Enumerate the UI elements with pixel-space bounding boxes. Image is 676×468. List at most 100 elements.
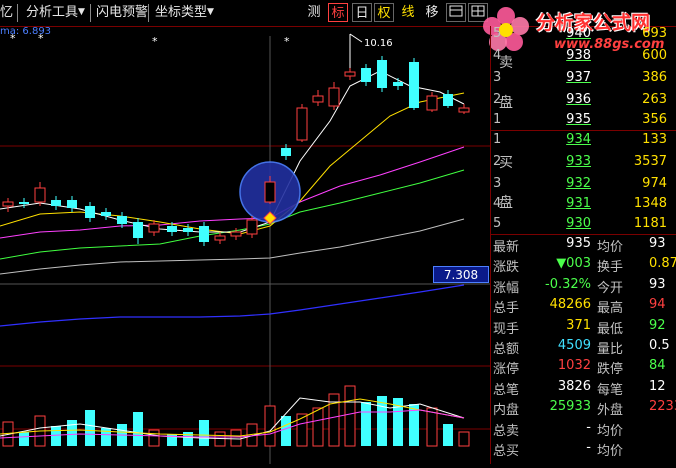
menu-item-coordinate-type[interactable]: 坐标类型 [155, 3, 207, 22]
sell-row-index: 5 [493, 26, 502, 41]
candle-body [393, 82, 403, 86]
candle-body [85, 206, 95, 218]
buy-row[interactable]: 4 931 1348 [491, 196, 676, 216]
stat-value: - [586, 419, 591, 435]
candle-body [264, 181, 276, 203]
stat-value: 371 [566, 317, 591, 333]
candle-body [101, 212, 111, 216]
candle-body [328, 87, 340, 107]
candle-body [183, 228, 193, 232]
volume-bar [344, 385, 356, 447]
buy-row-index: 3 [493, 176, 502, 191]
stat-label: 外盘 [597, 403, 624, 419]
stat-label: 今开 [597, 280, 624, 296]
stat-label: 总买 [493, 444, 520, 459]
sell-row-price: 936 [566, 92, 591, 107]
candle-body [426, 95, 438, 111]
sell-row-price: 937 [566, 70, 591, 85]
stat-row: 涨幅 -0.32% 今开 93 [491, 277, 676, 297]
sell-row[interactable]: 3 937 386 [491, 70, 676, 90]
buy-row[interactable]: 5 930 1181 [491, 216, 676, 236]
stat-value: 93 [649, 236, 666, 251]
stat-value: 94 [649, 297, 666, 313]
stat-row: 现手 371 最低 92 [491, 318, 676, 338]
sell-row-volume: 356 [642, 112, 667, 127]
stat-label: 涨幅 [493, 280, 520, 296]
chevron-down-icon[interactable]: ▼ [207, 3, 214, 22]
volume-bar [443, 424, 453, 446]
kline-chart[interactable]: * * * * 10.16 ma: 6.893 [0, 26, 490, 464]
volume-bar [458, 431, 470, 447]
volume-bar [51, 426, 61, 446]
stat-value: 92 [649, 317, 666, 333]
buy-row-index: 4 [493, 196, 502, 211]
toolbar-divider [17, 4, 18, 22]
buy-row[interactable]: 3 932 974 [491, 176, 676, 196]
stat-label: 均价 [597, 423, 624, 439]
star-marker: * [284, 35, 290, 48]
stat-label: 最低 [597, 321, 624, 337]
stat-row: 涨停 1032 跌停 84 [491, 358, 676, 378]
kline-chart-canvas[interactable]: * * * * 10.16 ma: 6.893 [0, 26, 490, 464]
stat-row: 内盘 25933 外盘 2233 [491, 399, 676, 419]
sell-row[interactable]: 4 938 600 [491, 48, 676, 68]
stat-label: 涨停 [493, 362, 520, 378]
candle-body [67, 200, 77, 208]
volume-bar [67, 420, 77, 446]
star-marker: * [152, 35, 158, 48]
sell-row-index: 1 [493, 112, 502, 127]
candle-body [117, 216, 127, 224]
button-measure[interactable]: 测 [304, 3, 324, 22]
ma-indicator-label: ma: 6.893 [0, 26, 51, 37]
buy-row-volume: 133 [642, 132, 667, 147]
sell-row-index: 4 [493, 48, 502, 63]
stat-value: 1032 [557, 358, 591, 374]
stat-label: 内盘 [493, 403, 520, 419]
buy-row-volume: 1181 [633, 216, 667, 231]
buy-row-price: 930 [566, 216, 591, 231]
volume-bar [230, 429, 242, 447]
candle-body [214, 235, 226, 241]
buy-row[interactable]: 2 933 3537 [491, 154, 676, 174]
split-window-icon[interactable] [446, 3, 466, 22]
sell-row[interactable]: 5 940 693 [491, 26, 676, 46]
buy-row[interactable]: 1 934 133 [491, 132, 676, 152]
candle-body [312, 95, 324, 103]
stat-label: 均价 [597, 240, 624, 255]
stat-value: 48266 [549, 297, 591, 313]
stat-value: - [586, 440, 591, 455]
menu-item-analysis-tools[interactable]: 分析工具 [26, 3, 78, 22]
stat-value: 935 [566, 236, 591, 251]
menu-item-flash-alert[interactable]: 闪电预警 [96, 3, 148, 22]
stat-value: 4509 [557, 338, 591, 353]
sell-row-volume: 600 [642, 48, 667, 63]
sell-row[interactable]: 2 936 263 [491, 92, 676, 112]
chevron-down-icon[interactable]: ▼ [78, 3, 85, 22]
volume-bar [426, 407, 438, 447]
button-day[interactable]: 日 [352, 3, 372, 22]
stat-label: 换手 [597, 260, 624, 276]
volume-bar [133, 412, 143, 446]
stat-row: 总手 48266 最高 94 [491, 297, 676, 317]
toolbar-divider [90, 4, 91, 22]
stat-label: 总额 [493, 342, 520, 357]
stat-value: 2233 [649, 399, 676, 415]
sell-row-volume: 263 [642, 92, 667, 107]
buy-row-index: 2 [493, 154, 502, 169]
sell-row-index: 2 [493, 92, 502, 107]
sell-row-index: 3 [493, 70, 502, 85]
candle-body [377, 60, 387, 88]
stat-label: 量比 [597, 342, 624, 357]
ma10-line [0, 92, 465, 235]
sell-row[interactable]: 1 935 356 [491, 112, 676, 132]
candle-body [2, 201, 14, 207]
candle-body [199, 226, 209, 242]
button-rights[interactable]: 权 [374, 3, 394, 22]
menu-item-history[interactable]: 忆 [0, 3, 13, 22]
button-line[interactable]: 线 [398, 3, 418, 22]
order-book-divider [491, 234, 676, 235]
candle-body [148, 223, 160, 233]
button-mark[interactable]: 标 [328, 3, 348, 22]
high-marker-arrow [349, 33, 363, 43]
button-move[interactable]: 移 [422, 3, 442, 22]
